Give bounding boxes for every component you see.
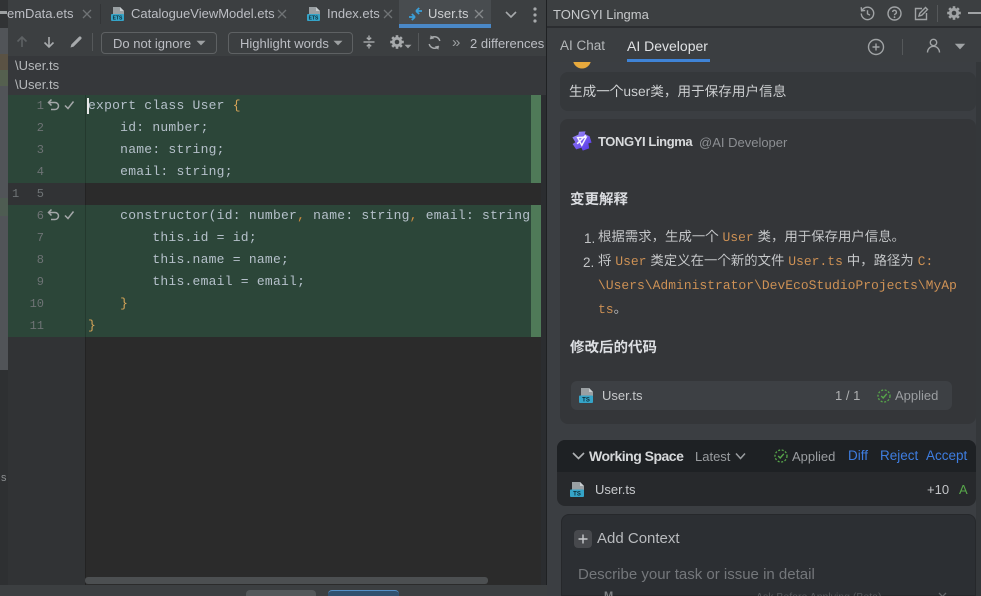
svg-text:TS: TS	[573, 492, 581, 498]
svg-text:ETS: ETS	[309, 16, 319, 22]
svg-text:TS: TS	[582, 398, 590, 404]
svg-text:ETS: ETS	[113, 16, 123, 22]
